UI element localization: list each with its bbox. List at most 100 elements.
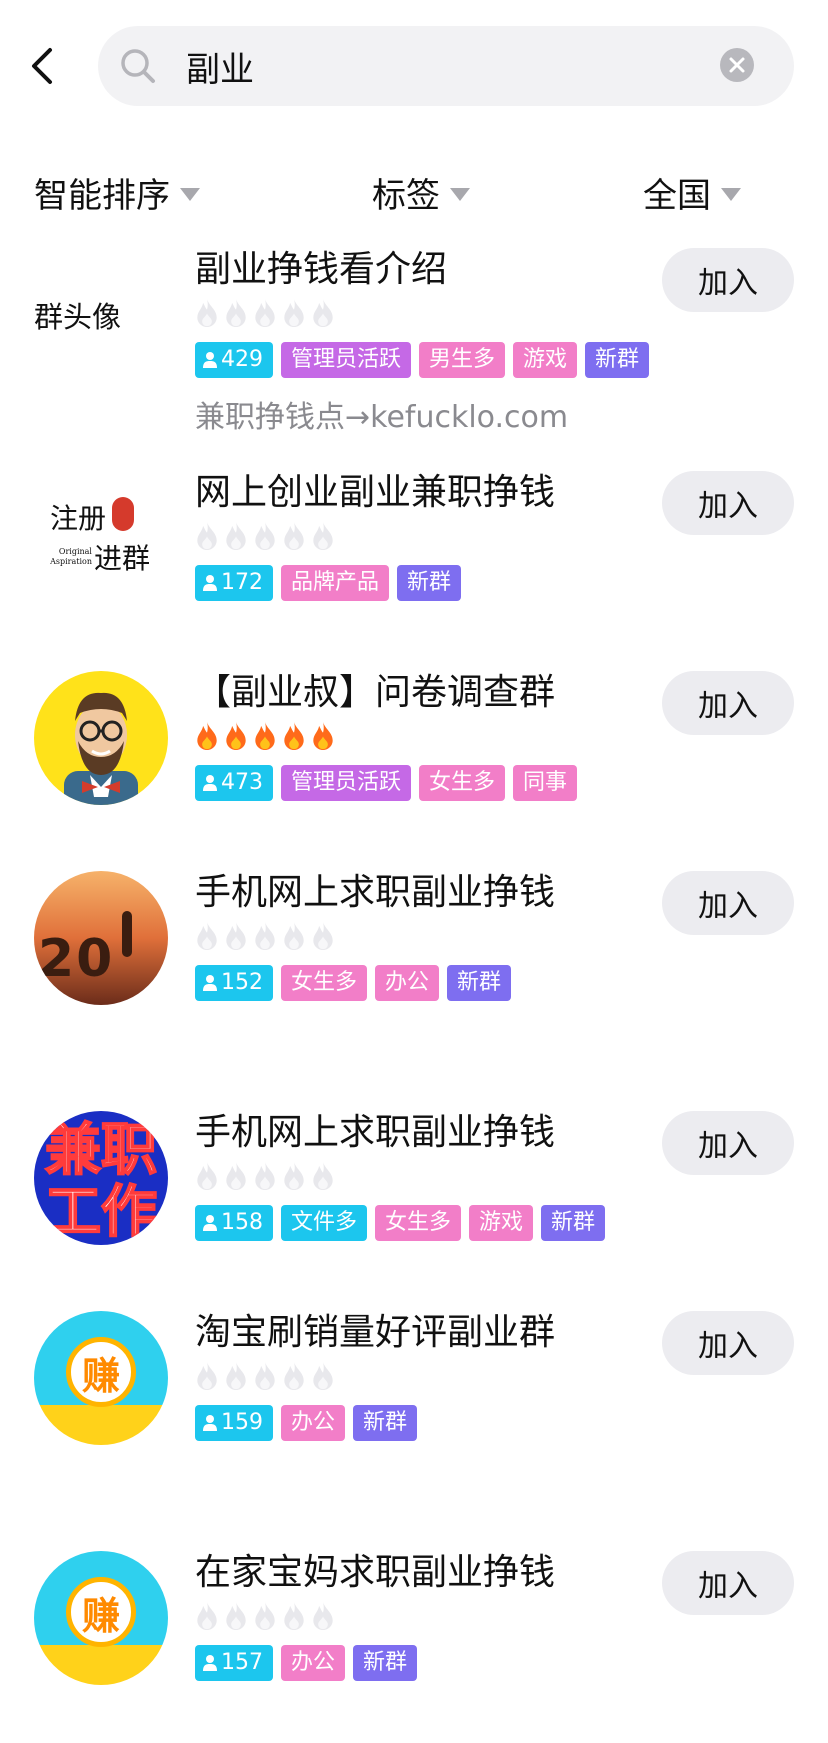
flame-icon <box>226 521 246 551</box>
join-button[interactable]: 加入 <box>662 671 794 735</box>
person-icon <box>203 1415 217 1431</box>
search-input[interactable] <box>186 38 706 94</box>
clear-search-icon[interactable] <box>720 48 754 82</box>
activity-flames <box>195 1361 335 1391</box>
avatar-placeholder-text: 群头像 <box>34 248 168 382</box>
member-count: 158 <box>221 1210 263 1235</box>
sort-filter[interactable]: 智能排序 <box>34 168 200 217</box>
group-list-item[interactable]: 【副业叔】问卷调查群 473 管理员活跃 女生多 同事 加入 <box>0 663 828 863</box>
flame-icon <box>313 1161 333 1191</box>
group-avatar: 赚 <box>34 1311 168 1445</box>
group-tags: 158 文件多 女生多 游戏 新群 <box>195 1205 606 1241</box>
flame-icon <box>313 298 333 328</box>
flame-icon <box>313 1601 333 1631</box>
flame-icon <box>284 921 304 951</box>
person-icon <box>203 575 217 591</box>
group-list-item[interactable]: 注册 Original Aspiration 进群 网上创业副业兼职挣钱 172… <box>0 463 828 663</box>
group-tag: 女生多 <box>419 765 506 801</box>
group-tags: 429 管理员活跃 男生多 游戏 新群 <box>195 342 650 378</box>
group-tag: 女生多 <box>281 965 368 1001</box>
person-icon <box>203 975 217 991</box>
member-count-badge: 172 <box>195 565 273 601</box>
member-count-badge: 158 <box>195 1205 273 1241</box>
avatar-text-parttime: 兼职 <box>44 1118 158 1184</box>
flame-icon <box>313 721 333 751</box>
join-button[interactable]: 加入 <box>662 471 794 535</box>
join-button[interactable]: 加入 <box>662 1111 794 1175</box>
flame-icon <box>197 1361 217 1391</box>
group-tag: 新群 <box>447 965 512 1001</box>
group-tags: 159 办公 新群 <box>195 1405 418 1441</box>
avatar-text-register: 注册 <box>50 502 107 535</box>
activity-flames <box>195 521 335 551</box>
top-bar <box>0 0 828 130</box>
flame-icon <box>226 1161 246 1191</box>
group-list-item[interactable]: 群头像 副业挣钱看介绍 429 管理员活跃 男生多 游戏 新群 兼职挣钱点→kefuck… <box>0 240 828 440</box>
silhouette-icon <box>122 911 132 957</box>
group-tag: 管理员活跃 <box>281 765 412 801</box>
member-count: 429 <box>221 347 263 372</box>
flame-icon <box>226 298 246 328</box>
group-description: 兼职挣钱点→kefucklo.com <box>195 400 569 435</box>
member-count: 473 <box>221 770 263 795</box>
dropdown-triangle-icon <box>180 188 200 201</box>
flame-icon <box>255 298 275 328</box>
group-tag: 新群 <box>353 1645 418 1681</box>
group-name: 网上创业副业兼职挣钱 <box>195 472 556 513</box>
flame-icon <box>255 721 275 751</box>
join-button[interactable]: 加入 <box>662 1551 794 1615</box>
region-filter[interactable]: 全国 <box>643 168 741 217</box>
group-avatar: 兼职 工作 <box>34 1111 168 1245</box>
join-button[interactable]: 加入 <box>662 871 794 935</box>
member-count: 157 <box>221 1650 263 1675</box>
earn-coin-icon: 赚 <box>66 1337 136 1407</box>
group-tags: 157 办公 新群 <box>195 1645 418 1681</box>
group-list-item[interactable]: 20 手机网上求职副业挣钱 152 女生多 办公 新群 加入 <box>0 863 828 1063</box>
group-tag: 办公 <box>281 1405 346 1441</box>
flame-icon <box>226 1601 246 1631</box>
tag-filter-label: 标签 <box>372 176 440 216</box>
group-tag: 游戏 <box>513 342 578 378</box>
member-count-badge: 429 <box>195 342 273 378</box>
flame-icon <box>284 1601 304 1631</box>
group-tag: 女生多 <box>375 1205 462 1241</box>
group-avatar: 群头像 <box>34 248 168 382</box>
avatar-text-work: 工作 <box>44 1180 158 1246</box>
group-tag: 游戏 <box>469 1205 534 1241</box>
flame-icon <box>197 721 217 751</box>
member-count-badge: 152 <box>195 965 273 1001</box>
person-icon <box>203 1655 217 1671</box>
group-list-item[interactable]: 赚 在家宝妈求职副业挣钱 157 办公 新群 加入 <box>0 1543 828 1743</box>
flame-icon <box>284 521 304 551</box>
group-tags: 152 女生多 办公 新群 <box>195 965 512 1001</box>
member-count: 172 <box>221 570 263 595</box>
flame-icon <box>226 721 246 751</box>
group-avatar: 赚 <box>34 1551 168 1685</box>
group-tag: 办公 <box>281 1645 346 1681</box>
back-arrow-icon[interactable] <box>28 46 58 86</box>
group-name: 手机网上求职副业挣钱 <box>195 872 556 913</box>
search-bar[interactable] <box>98 26 794 106</box>
flame-icon <box>226 1361 246 1391</box>
tag-filter[interactable]: 标签 <box>372 168 470 217</box>
region-filter-label: 全国 <box>643 176 711 216</box>
flame-icon <box>255 921 275 951</box>
activity-flames <box>195 298 335 328</box>
person-icon <box>203 1215 217 1231</box>
flame-icon <box>313 1361 333 1391</box>
group-tag: 办公 <box>375 965 440 1001</box>
group-list-item[interactable]: 兼职 工作 手机网上求职副业挣钱 158 文件多 女生多 游戏 新群 加入 <box>0 1103 828 1303</box>
flame-icon <box>284 298 304 328</box>
group-name: 手机网上求职副业挣钱 <box>195 1112 556 1153</box>
sort-filter-label: 智能排序 <box>34 176 170 216</box>
join-button[interactable]: 加入 <box>662 1311 794 1375</box>
group-tag: 同事 <box>513 765 578 801</box>
group-list-item[interactable]: 赚 淘宝刷销量好评副业群 159 办公 新群 加入 <box>0 1303 828 1503</box>
seal-icon <box>112 497 134 531</box>
avatar-text-join: 进群 <box>94 542 151 575</box>
group-tag: 品牌产品 <box>281 565 390 601</box>
group-name: 在家宝妈求职副业挣钱 <box>195 1552 556 1593</box>
join-button[interactable]: 加入 <box>662 248 794 312</box>
cartoon-man-avatar-icon <box>64 692 138 805</box>
dropdown-triangle-icon <box>450 188 470 201</box>
